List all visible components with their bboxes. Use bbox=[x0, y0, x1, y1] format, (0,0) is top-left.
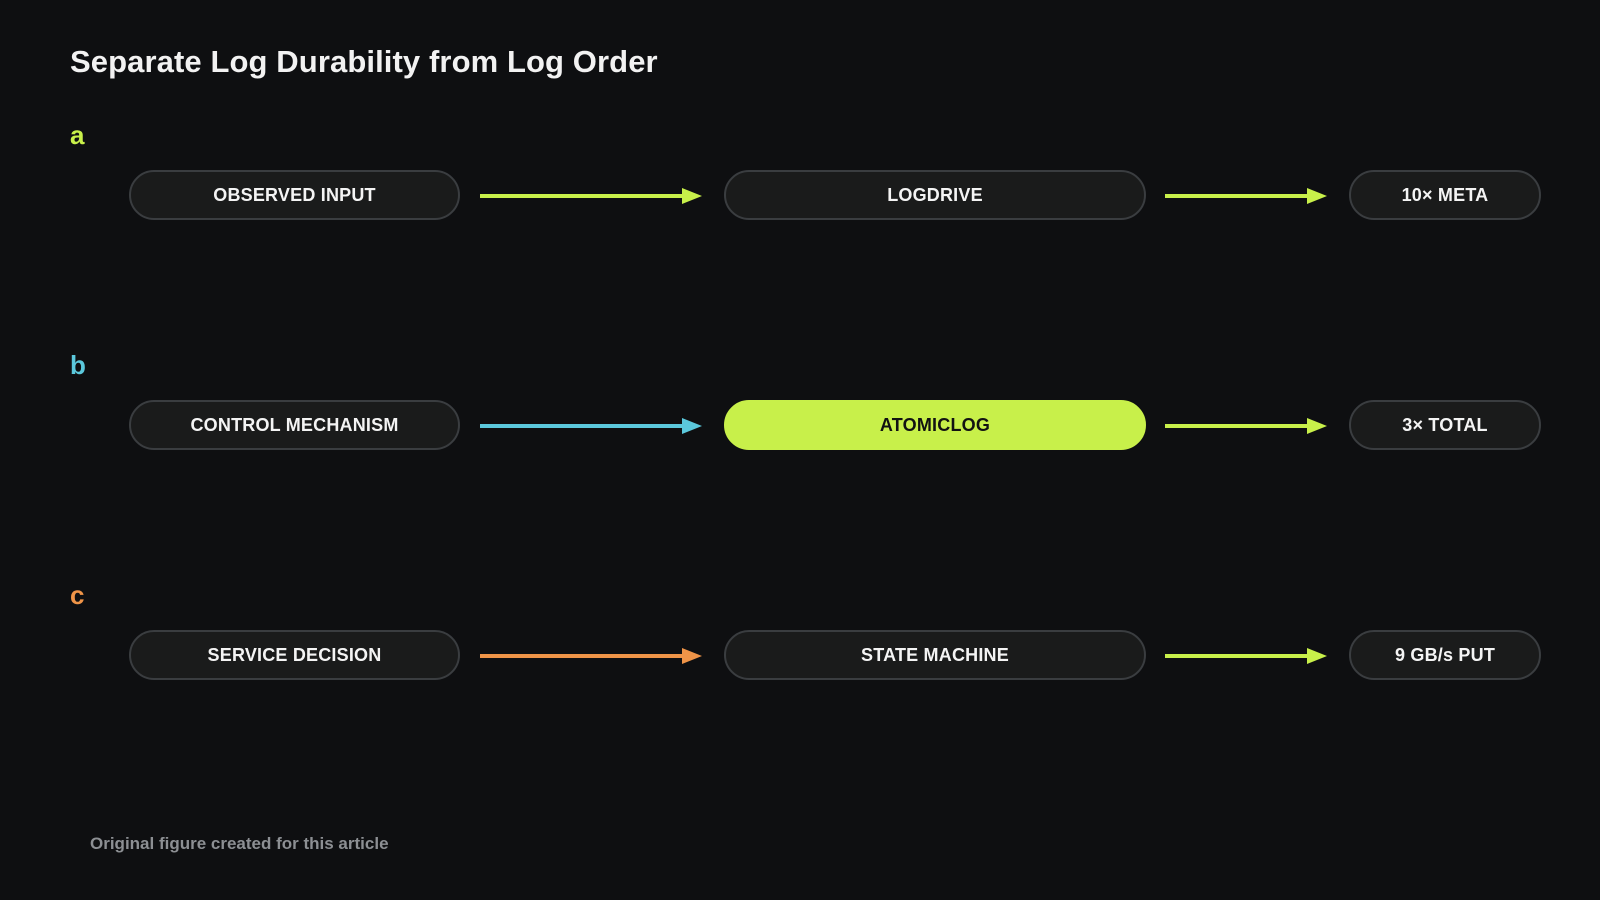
arrow-b-output-head bbox=[1307, 418, 1327, 434]
arrow-b-input-head bbox=[682, 418, 702, 434]
node-state-machine: STATE MACHINE bbox=[724, 630, 1146, 680]
node-atomiclog: ATOMICLOG bbox=[724, 400, 1146, 450]
node-9gbs-put: 9 GB/s PUT bbox=[1349, 630, 1541, 680]
node-logdrive: LOGDRIVE bbox=[724, 170, 1146, 220]
arrow-b-output bbox=[1165, 418, 1327, 434]
arrow-a-output-head bbox=[1307, 188, 1327, 204]
arrow-c-input bbox=[480, 648, 702, 664]
arrow-c-input-head bbox=[682, 648, 702, 664]
arrow-a-input-head bbox=[682, 188, 702, 204]
node-observed-input: OBSERVED INPUT bbox=[129, 170, 460, 220]
diagram-title: Separate Log Durability from Log Order bbox=[70, 44, 658, 79]
arrow-c-output bbox=[1165, 648, 1327, 664]
arrow-b-input bbox=[480, 418, 702, 434]
arrow-c-output-head bbox=[1307, 648, 1327, 664]
figure-caption: Original figure created for this article bbox=[90, 834, 389, 853]
row-label-c: c bbox=[70, 580, 85, 610]
row-label-a: a bbox=[70, 120, 85, 150]
row-label-b: b bbox=[70, 350, 86, 380]
arrow-a-input bbox=[480, 188, 702, 204]
arrow-a-output bbox=[1165, 188, 1327, 204]
node-10x-meta: 10× META bbox=[1349, 170, 1541, 220]
node-control-mechanism: CONTROL MECHANISM bbox=[129, 400, 460, 450]
node-service-decision: SERVICE DECISION bbox=[129, 630, 460, 680]
node-3x-total: 3× TOTAL bbox=[1349, 400, 1541, 450]
